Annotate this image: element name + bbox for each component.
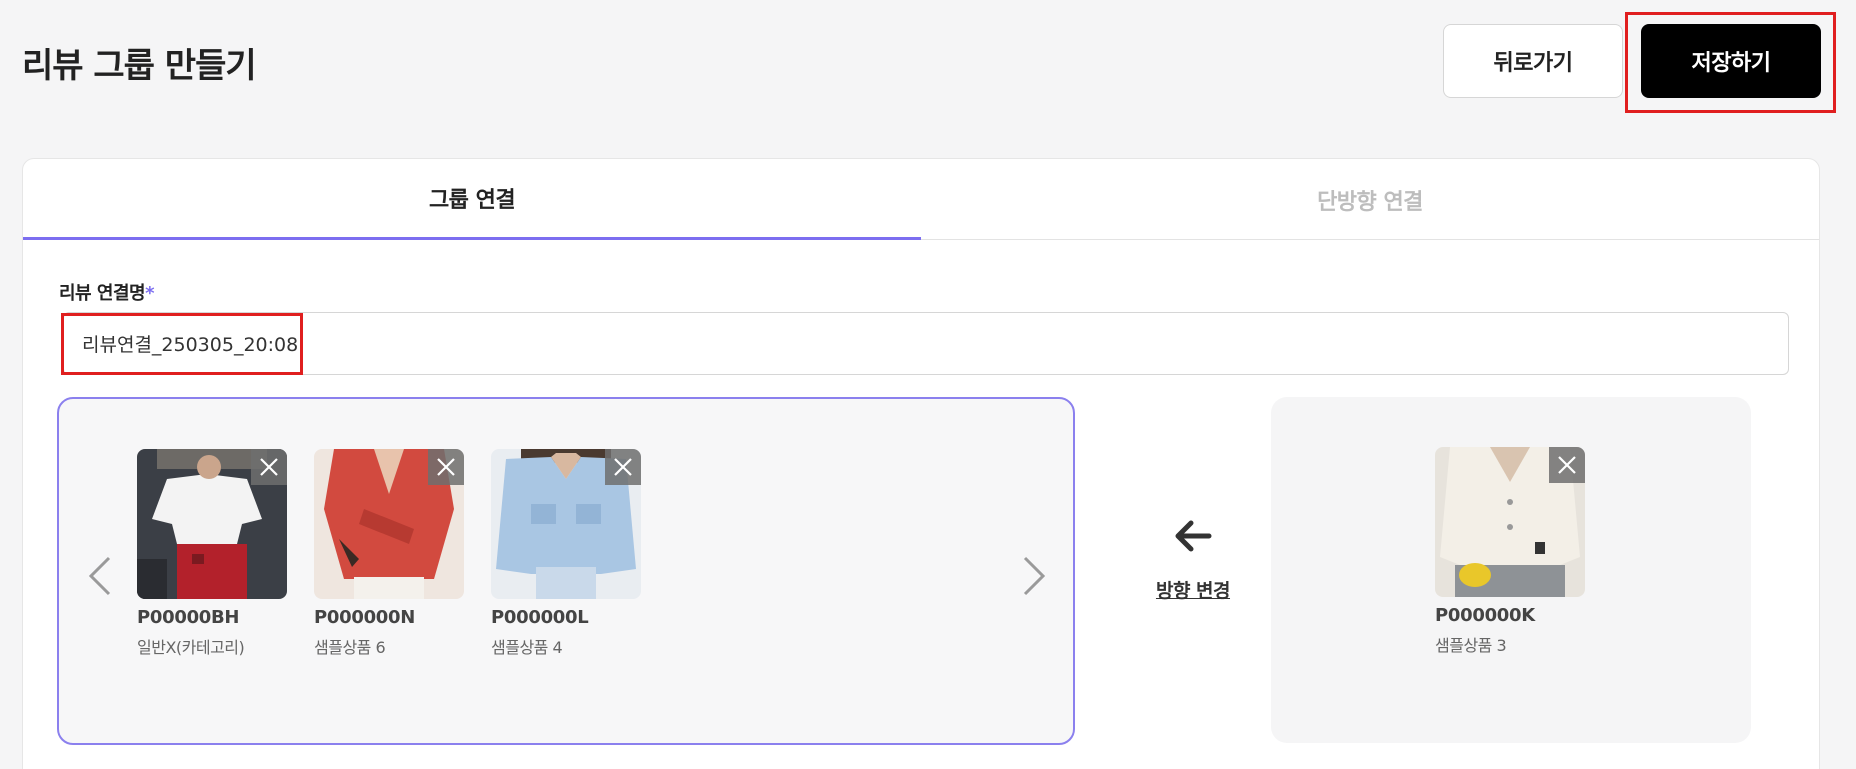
review-group-page: 리뷰 그룹 만들기 뒤로가기 저장하기 그룹 연결 단방향 연결 리뷰 연결명* xyxy=(0,0,1856,769)
product-card: P000000K 샘플상품 3 xyxy=(1435,447,1587,656)
tab-group-link[interactable]: 그룹 연결 xyxy=(23,159,921,240)
swap-direction-label: 방향 변경 xyxy=(1155,580,1231,602)
group-products-box: P00000BH 일반X(카테고리) P000000N 샘플상품 6 P0000… xyxy=(57,397,1075,745)
tab-bar: 그룹 연결 단방향 연결 xyxy=(23,159,1819,240)
name-input-highlight xyxy=(61,313,303,375)
product-code: P000000N xyxy=(314,607,416,628)
product-code: P000000L xyxy=(491,607,589,628)
content-card: 그룹 연결 단방향 연결 리뷰 연결명* 리뷰연결_250305_20:08 P… xyxy=(22,158,1820,769)
required-mark: * xyxy=(145,283,154,304)
product-name: 샘플상품 4 xyxy=(491,638,563,657)
review-link-name-input[interactable] xyxy=(63,312,1789,375)
product-name: 샘플상품 6 xyxy=(314,638,386,657)
review-link-name-label: 리뷰 연결명* xyxy=(59,279,154,305)
swap-direction-button[interactable]: 방향 변경 xyxy=(1123,514,1263,603)
chevron-right-icon[interactable] xyxy=(1019,554,1049,598)
chevron-left-icon[interactable] xyxy=(85,554,115,598)
save-button-highlight xyxy=(1625,12,1836,113)
product-code: P00000BH xyxy=(137,607,240,628)
product-card: P000000L 샘플상품 4 xyxy=(491,449,643,658)
product-name: 샘플상품 3 xyxy=(1435,636,1507,655)
single-product-box: P000000K 샘플상품 3 xyxy=(1271,397,1751,743)
product-card: P00000BH 일반X(카테고리) xyxy=(137,449,289,658)
arrow-left-icon xyxy=(1175,520,1212,552)
label-text: 리뷰 연결명 xyxy=(59,283,146,304)
product-thumbnail xyxy=(1435,447,1585,597)
close-icon[interactable] xyxy=(605,449,641,485)
close-icon[interactable] xyxy=(1549,447,1585,483)
back-button[interactable]: 뒤로가기 xyxy=(1443,24,1623,98)
product-name: 일반X(카테고리) xyxy=(137,638,245,657)
product-thumbnail xyxy=(491,449,641,599)
product-code: P000000K xyxy=(1435,605,1535,626)
close-icon[interactable] xyxy=(428,449,464,485)
tab-oneway-link[interactable]: 단방향 연결 xyxy=(921,159,1819,240)
product-thumbnail xyxy=(137,449,287,599)
page-title: 리뷰 그룹 만들기 xyxy=(22,46,257,86)
close-icon[interactable] xyxy=(251,449,287,485)
product-card: P000000N 샘플상품 6 xyxy=(314,449,466,658)
product-thumbnail xyxy=(314,449,464,599)
